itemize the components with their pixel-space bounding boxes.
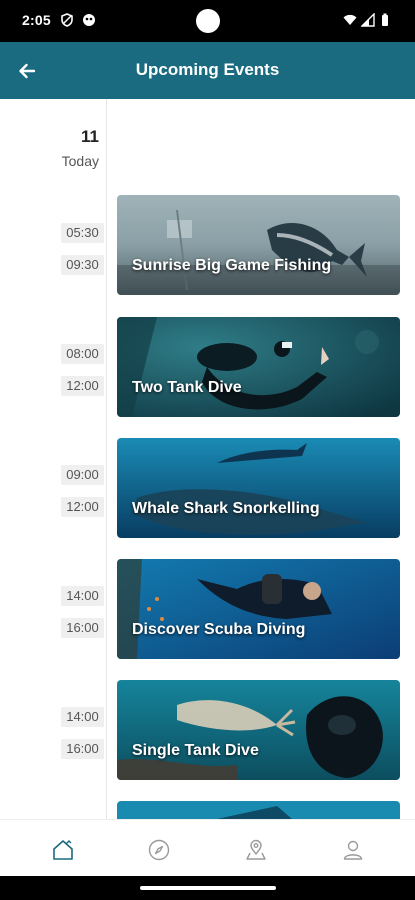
next-event-image bbox=[117, 801, 400, 819]
screen: 2:05 Upcoming Events 11 Today 05:30 09:3… bbox=[0, 0, 415, 900]
event-title: Whale Shark Snorkelling bbox=[132, 500, 320, 517]
home-gesture-handle[interactable] bbox=[140, 886, 276, 890]
profile-icon bbox=[343, 840, 363, 860]
fishing-image bbox=[117, 195, 400, 295]
date-label: Today bbox=[61, 153, 99, 169]
timeline-divider bbox=[106, 99, 107, 819]
whale-shark-image bbox=[117, 438, 400, 538]
camera-cutout bbox=[196, 9, 220, 33]
app-notification-icon bbox=[83, 14, 95, 26]
bottom-navigation bbox=[0, 819, 415, 876]
nav-explore[interactable] bbox=[145, 836, 173, 864]
event-end-time: 09:30 bbox=[61, 255, 104, 275]
wifi-icon bbox=[343, 14, 357, 25]
battery-icon bbox=[382, 13, 388, 26]
nav-map[interactable] bbox=[242, 836, 270, 864]
system-gesture-bar bbox=[0, 876, 415, 900]
cuttlefish-image bbox=[117, 680, 400, 780]
event-start-time: 14:00 bbox=[61, 586, 104, 606]
status-bar: 2:05 bbox=[0, 0, 415, 42]
shield-status-icon bbox=[61, 13, 73, 27]
event-title: Discover Scuba Diving bbox=[132, 621, 306, 638]
compass-icon bbox=[148, 839, 170, 861]
event-start-time: 08:00 bbox=[61, 344, 104, 364]
event-card-discover-scuba-diving[interactable]: Discover Scuba Diving bbox=[117, 559, 400, 659]
event-end-time: 12:00 bbox=[61, 497, 104, 517]
event-title: Two Tank Dive bbox=[132, 379, 242, 396]
event-card-whale-shark-snorkelling[interactable]: Whale Shark Snorkelling bbox=[117, 438, 400, 538]
event-card-partial[interactable] bbox=[117, 801, 400, 819]
map-pin-icon bbox=[246, 839, 266, 860]
home-icon bbox=[53, 840, 73, 860]
event-start-time: 05:30 bbox=[61, 223, 104, 243]
event-end-time: 16:00 bbox=[61, 618, 104, 638]
event-title: Single Tank Dive bbox=[132, 742, 259, 759]
status-time: 2:05 bbox=[22, 12, 51, 28]
event-card-single-tank-dive[interactable]: Single Tank Dive bbox=[117, 680, 400, 780]
event-start-time: 14:00 bbox=[61, 707, 104, 727]
event-card-sunrise-big-game-fishing[interactable]: Sunrise Big Game Fishing bbox=[117, 195, 400, 295]
page-title: Upcoming Events bbox=[135, 60, 280, 79]
event-end-time: 16:00 bbox=[61, 739, 104, 759]
event-start-time: 09:00 bbox=[61, 465, 104, 485]
event-title: Sunrise Big Game Fishing bbox=[132, 257, 332, 274]
app-bar: Upcoming Events bbox=[0, 42, 415, 99]
nav-profile[interactable] bbox=[339, 836, 367, 864]
cellular-signal-icon bbox=[361, 13, 375, 27]
scuba-image bbox=[117, 559, 400, 659]
date-day: 11 bbox=[81, 127, 99, 146]
event-card-two-tank-dive[interactable]: Two Tank Dive bbox=[117, 317, 400, 417]
nav-home[interactable] bbox=[49, 836, 77, 864]
event-end-time: 12:00 bbox=[61, 376, 104, 396]
events-timeline[interactable]: 11 Today 05:30 09:30 Sunrise Big Game Fi… bbox=[0, 99, 415, 819]
diver-image bbox=[117, 317, 400, 417]
